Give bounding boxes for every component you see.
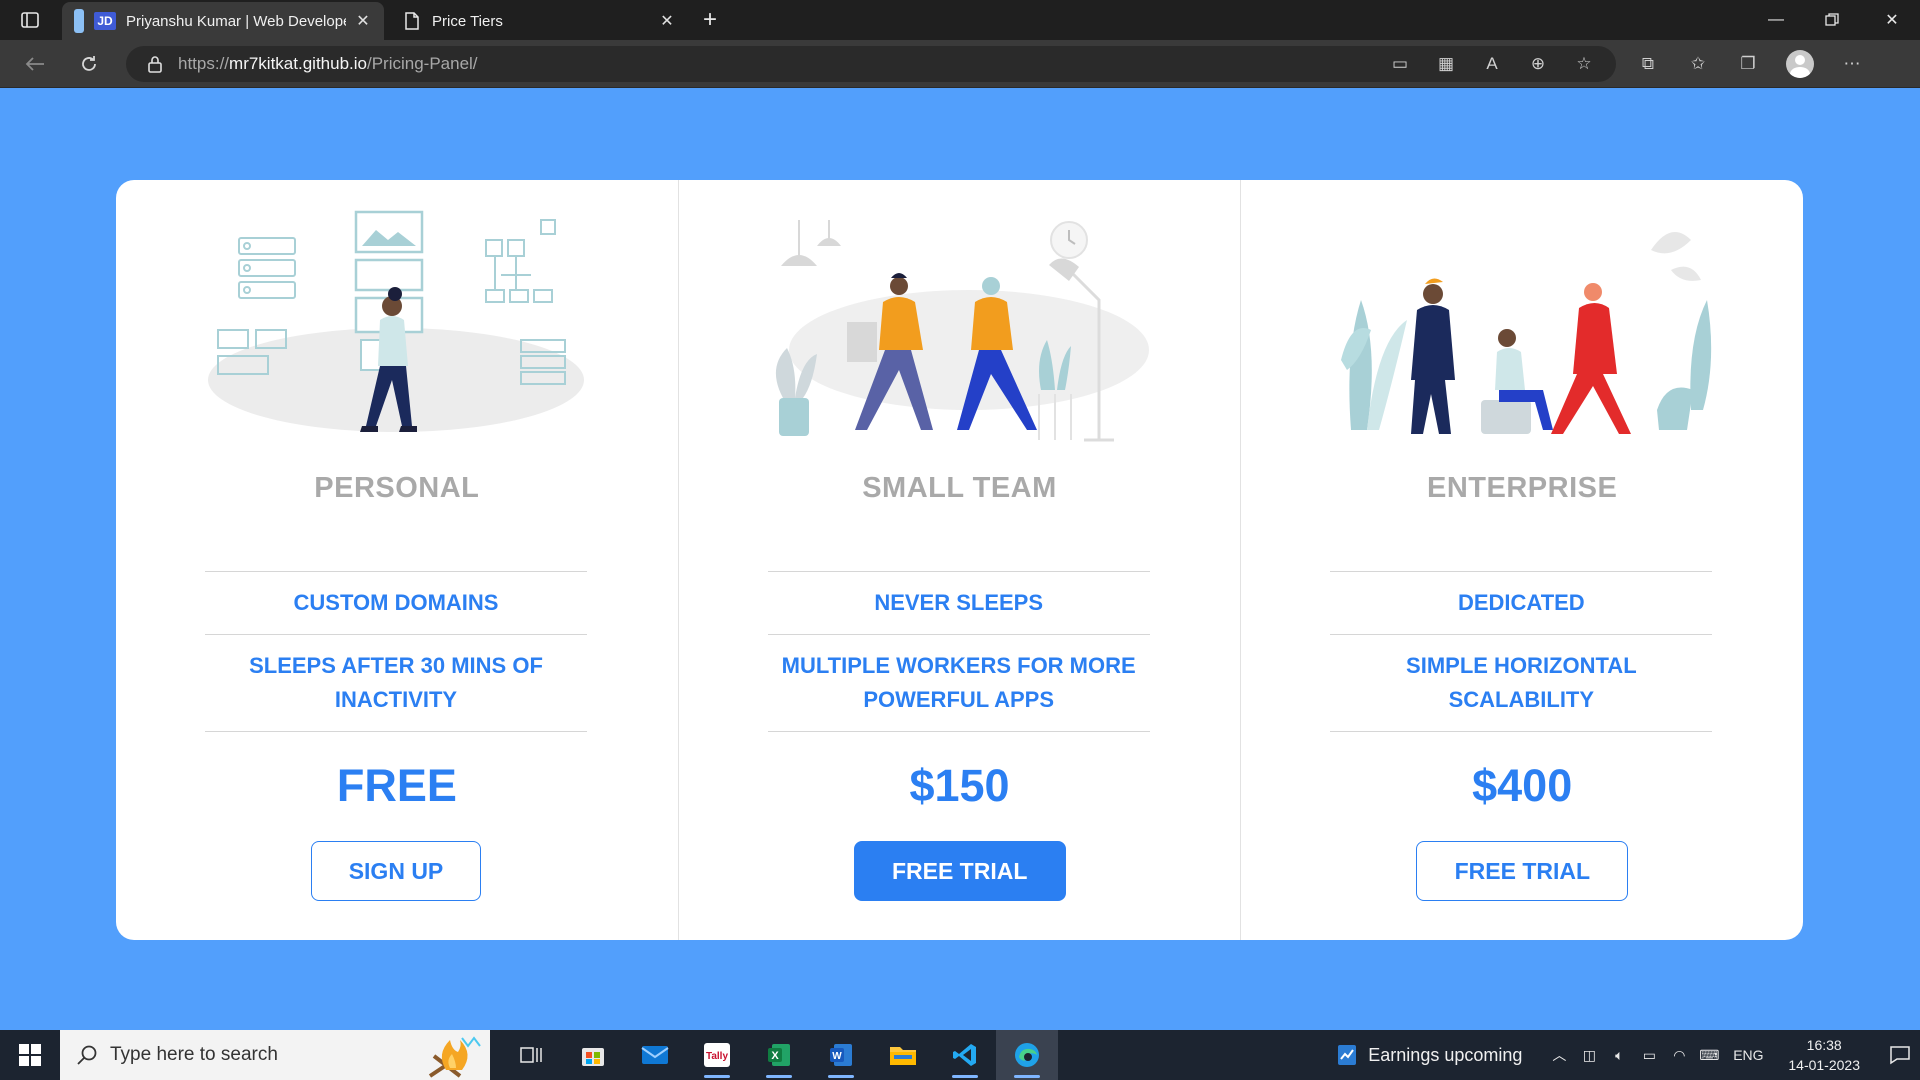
feature-item: SIMPLE HORIZONTAL SCALABILITY: [1330, 635, 1713, 732]
two-people-walking-illustration: [775, 220, 1149, 442]
news-text: Earnings upcoming: [1368, 1044, 1523, 1065]
address-bar[interactable]: https://mr7kitkat.github.io/Pricing-Pane…: [126, 46, 1616, 82]
chevron-up-icon[interactable]: ︿: [1548, 1045, 1570, 1065]
meet-now-icon[interactable]: ◫: [1578, 1047, 1600, 1064]
tab-actions-icon[interactable]: [16, 8, 44, 32]
tab-priyanshu[interactable]: JD Priyanshu Kumar | Web Develope ✕: [62, 2, 384, 40]
tier-small-team: SMALL TEAM NEVER SLEEPS MULTIPLE WORKERS…: [679, 180, 1242, 940]
language-indicator[interactable]: ENG: [1728, 1047, 1768, 1063]
feature-list: CUSTOM DOMAINS SLEEPS AFTER 30 MINS OF I…: [205, 571, 587, 732]
new-tab-button[interactable]: +: [696, 6, 724, 34]
workspace-marker-icon: [74, 9, 84, 33]
task-view-icon[interactable]: [500, 1030, 562, 1080]
tier-enterprise: ENTERPRISE DEDICATED SIMPLE HORIZONTAL S…: [1241, 180, 1803, 940]
news-widget[interactable]: Earnings upcoming: [1336, 1043, 1522, 1067]
more-menu-icon[interactable]: ⋯: [1840, 52, 1864, 76]
battery-icon[interactable]: ▭: [1638, 1047, 1660, 1064]
minimize-button[interactable]: ―: [1748, 0, 1804, 40]
zoom-icon[interactable]: ⊕: [1526, 52, 1550, 76]
keyboard-icon[interactable]: ⌨: [1698, 1047, 1720, 1064]
tier-price: FREE: [336, 760, 457, 811]
start-button[interactable]: [10, 1040, 50, 1070]
search-placeholder: Type here to search: [110, 1044, 278, 1065]
tier-name: SMALL TEAM: [862, 472, 1057, 504]
close-icon[interactable]: ✕: [354, 11, 372, 31]
feature-item: DEDICATED: [1330, 572, 1713, 635]
tier-name: PERSONAL: [314, 472, 480, 504]
close-window-button[interactable]: ✕: [1864, 0, 1920, 40]
add-favorite-icon[interactable]: ☆: [1572, 52, 1596, 76]
campfire-icon: [428, 1036, 481, 1078]
app-available-icon[interactable]: ▭: [1388, 52, 1412, 76]
free-trial-button[interactable]: FREE TRIAL: [1416, 841, 1629, 901]
feature-item: CUSTOM DOMAINS: [205, 572, 587, 635]
file-explorer-icon[interactable]: [872, 1030, 934, 1080]
microsoft-store-icon[interactable]: [562, 1030, 624, 1080]
qr-code-icon[interactable]: ▦: [1434, 52, 1458, 76]
tally-icon[interactable]: Tally: [686, 1030, 748, 1080]
tab-price-tiers[interactable]: Price Tiers ✕: [392, 2, 688, 40]
system-tray: Earnings upcoming ︿ ◫ 🔈︎ ▭ ◠ ⌨ ENG 16:38…: [1336, 1030, 1920, 1080]
browser-toolbar: https://mr7kitkat.github.io/Pricing-Pane…: [0, 40, 1920, 88]
close-icon[interactable]: ✕: [658, 11, 676, 31]
person-with-whiteboards-illustration: [208, 210, 584, 432]
feature-item: SLEEPS AFTER 30 MINS OF INACTIVITY: [205, 635, 587, 732]
clock-time: 16:38: [1806, 1037, 1842, 1053]
extensions-icon[interactable]: ⧉: [1636, 52, 1660, 76]
restore-icon: [1825, 13, 1839, 26]
feature-list: NEVER SLEEPS MULTIPLE WORKERS FOR MORE P…: [767, 571, 1150, 732]
profile-avatar[interactable]: [1786, 50, 1814, 78]
feature-list: DEDICATED SIMPLE HORIZONTAL SCALABILITY: [1330, 571, 1713, 732]
refresh-button[interactable]: [74, 50, 104, 78]
sign-up-button[interactable]: SIGN UP: [311, 841, 481, 901]
back-button[interactable]: [20, 50, 50, 78]
arrow-left-icon: [25, 57, 44, 71]
tab-title: Price Tiers: [432, 12, 503, 30]
feature-item: NEVER SLEEPS: [767, 572, 1150, 635]
tier-personal: PERSONAL CUSTOM DOMAINS SLEEPS AFTER 30 …: [116, 180, 679, 940]
lock-icon[interactable]: [146, 55, 164, 73]
page-icon: [405, 12, 419, 30]
refresh-icon: [82, 56, 96, 71]
mail-icon[interactable]: [624, 1030, 686, 1080]
pinned-apps: Tally X W: [500, 1030, 1058, 1080]
favorites-icon[interactable]: ✩: [1686, 52, 1710, 76]
word-icon[interactable]: W: [810, 1030, 872, 1080]
browser-tab-bar: JD Priyanshu Kumar | Web Develope ✕ Pric…: [0, 0, 1920, 40]
vscode-icon[interactable]: [934, 1030, 996, 1080]
search-icon: [77, 1045, 97, 1065]
windows-logo-icon: [19, 1044, 41, 1066]
volume-icon[interactable]: 🔈︎: [1608, 1047, 1630, 1064]
jd-favicon-icon: JD: [94, 12, 116, 30]
tier-price: $400: [1472, 760, 1573, 811]
tier-name: ENTERPRISE: [1427, 472, 1618, 504]
clock[interactable]: 16:38 14-01-2023: [1788, 1035, 1860, 1075]
excel-icon[interactable]: X: [748, 1030, 810, 1080]
edge-icon[interactable]: [996, 1030, 1058, 1080]
taskbar-search-input[interactable]: Type here to search: [60, 1030, 490, 1080]
wifi-icon[interactable]: ◠: [1668, 1047, 1690, 1064]
tab-title: Priyanshu Kumar | Web Develope: [126, 12, 346, 30]
free-trial-button[interactable]: FREE TRIAL: [853, 841, 1066, 901]
pricing-panel: PERSONAL CUSTOM DOMAINS SLEEPS AFTER 30 …: [116, 180, 1803, 940]
svg-text:Tally: Tally: [706, 1051, 728, 1062]
feature-item: MULTIPLE WORKERS FOR MORE POWERFUL APPS: [767, 635, 1150, 732]
stock-chart-icon: [1338, 1045, 1357, 1065]
svg-text:W: W: [832, 1051, 842, 1062]
url-text: https://mr7kitkat.github.io/Pricing-Pane…: [178, 54, 478, 73]
tier-price: $150: [909, 760, 1010, 811]
restore-button[interactable]: [1804, 0, 1860, 40]
clock-date: 14-01-2023: [1788, 1057, 1860, 1073]
windows-taskbar: Type here to search Tally X W Earnings u…: [0, 1030, 1920, 1080]
collections-icon[interactable]: ❐: [1736, 52, 1760, 76]
team-meeting-illustration: [1341, 232, 1712, 434]
notifications-icon[interactable]: [1880, 1045, 1920, 1065]
svg-text:X: X: [771, 1050, 779, 1062]
read-aloud-icon[interactable]: A: [1480, 52, 1504, 76]
